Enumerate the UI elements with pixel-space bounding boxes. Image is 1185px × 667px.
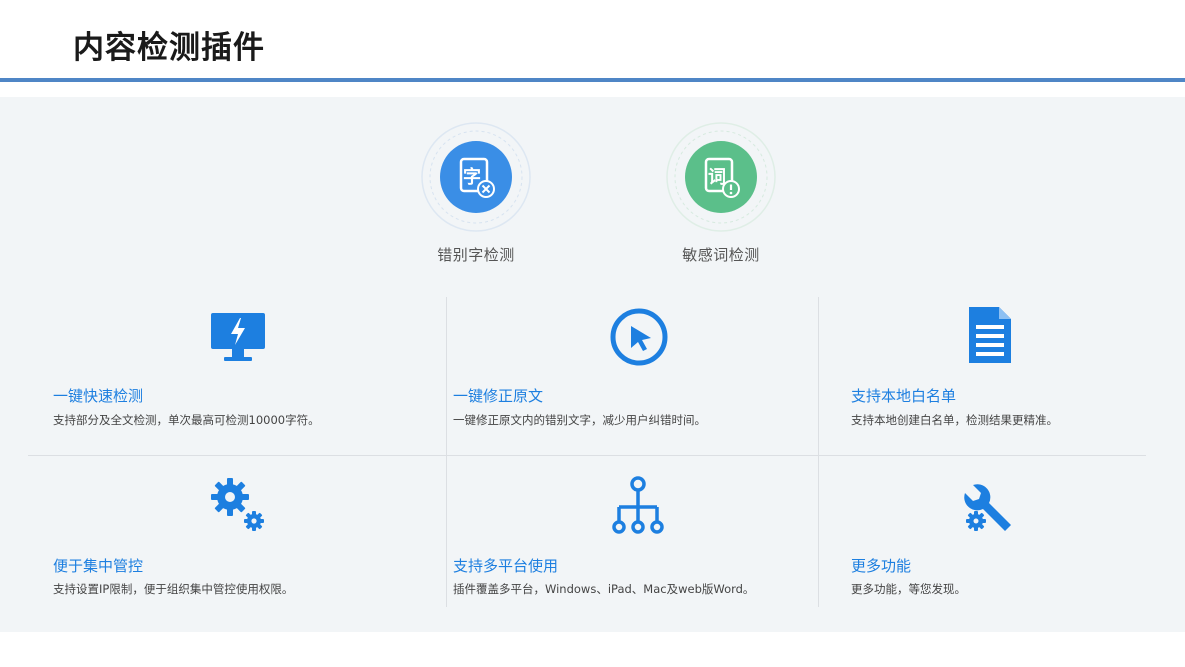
- wrench-icon: [964, 484, 1011, 531]
- feature-cell-central-control[interactable]: 便于集中管控 支持设置IP限制，便于组织集中管控使用权限。: [53, 472, 425, 622]
- feature-desc: 支持部分及全文检测，单次最高可检测10000字符。: [53, 413, 320, 427]
- feature-cell-one-click-fix[interactable]: 一键修正原文 一键修正原文内的错别文字，减少用户纠错时间。: [453, 302, 825, 452]
- top-feature-sensitive[interactable]: 词 敏感词检测: [646, 122, 796, 265]
- feature-desc: 支持设置IP限制，便于组织集中管控使用权限。: [53, 582, 294, 596]
- feature-title: 支持多平台使用: [453, 557, 559, 575]
- feature-desc: 插件覆盖多平台，Windows、iPad、Mac及web版Word。: [453, 582, 755, 596]
- top-feature-label: 敏感词检测: [682, 246, 760, 264]
- feature-title: 更多功能: [851, 557, 912, 575]
- page-title: 内容检测插件: [73, 30, 265, 66]
- feature-title: 支持本地白名单: [851, 387, 957, 405]
- typo-char: 字: [463, 166, 481, 188]
- gears-icon: [211, 478, 264, 531]
- monitor-lightning-icon: [211, 313, 265, 361]
- feature-title: 一键修正原文: [453, 387, 544, 405]
- feature-title: 一键快速检测: [53, 387, 144, 405]
- features-panel: 字 错别字检测 词 敏感词检测 一键快速检测 支持部分及全文检测，单次最高可检测…: [0, 97, 1185, 632]
- feature-desc: 支持本地创建白名单，检测结果更精准。: [851, 413, 1058, 427]
- grid-divider-horizontal: [28, 455, 1146, 456]
- cursor-click-icon: [610, 308, 668, 366]
- feature-desc: 更多功能，等您发现。: [851, 582, 966, 596]
- feature-cell-quick-check[interactable]: 一键快速检测 支持部分及全文检测，单次最高可检测10000字符。: [53, 302, 425, 452]
- feature-cell-whitelist[interactable]: 支持本地白名单 支持本地创建白名单，检测结果更精准。: [851, 302, 1185, 452]
- sensitive-word-icon: 词: [666, 122, 776, 232]
- top-feature-typo[interactable]: 字 错别字检测: [401, 122, 551, 265]
- sensitive-char: 词: [708, 167, 726, 188]
- typo-check-icon: 字: [421, 122, 531, 232]
- feature-cell-more[interactable]: 更多功能 更多功能，等您发现。: [851, 472, 1185, 622]
- network-tree-icon: [612, 476, 664, 534]
- feature-cell-multi-platform[interactable]: 支持多平台使用 插件覆盖多平台，Windows、iPad、Mac及web版Wor…: [453, 472, 825, 622]
- document-icon: [969, 307, 1011, 363]
- grid-divider-vertical: [446, 297, 447, 607]
- title-divider: [0, 78, 1185, 82]
- feature-title: 便于集中管控: [53, 557, 144, 575]
- feature-desc: 一键修正原文内的错别文字，减少用户纠错时间。: [453, 413, 706, 427]
- top-feature-label: 错别字检测: [437, 246, 515, 264]
